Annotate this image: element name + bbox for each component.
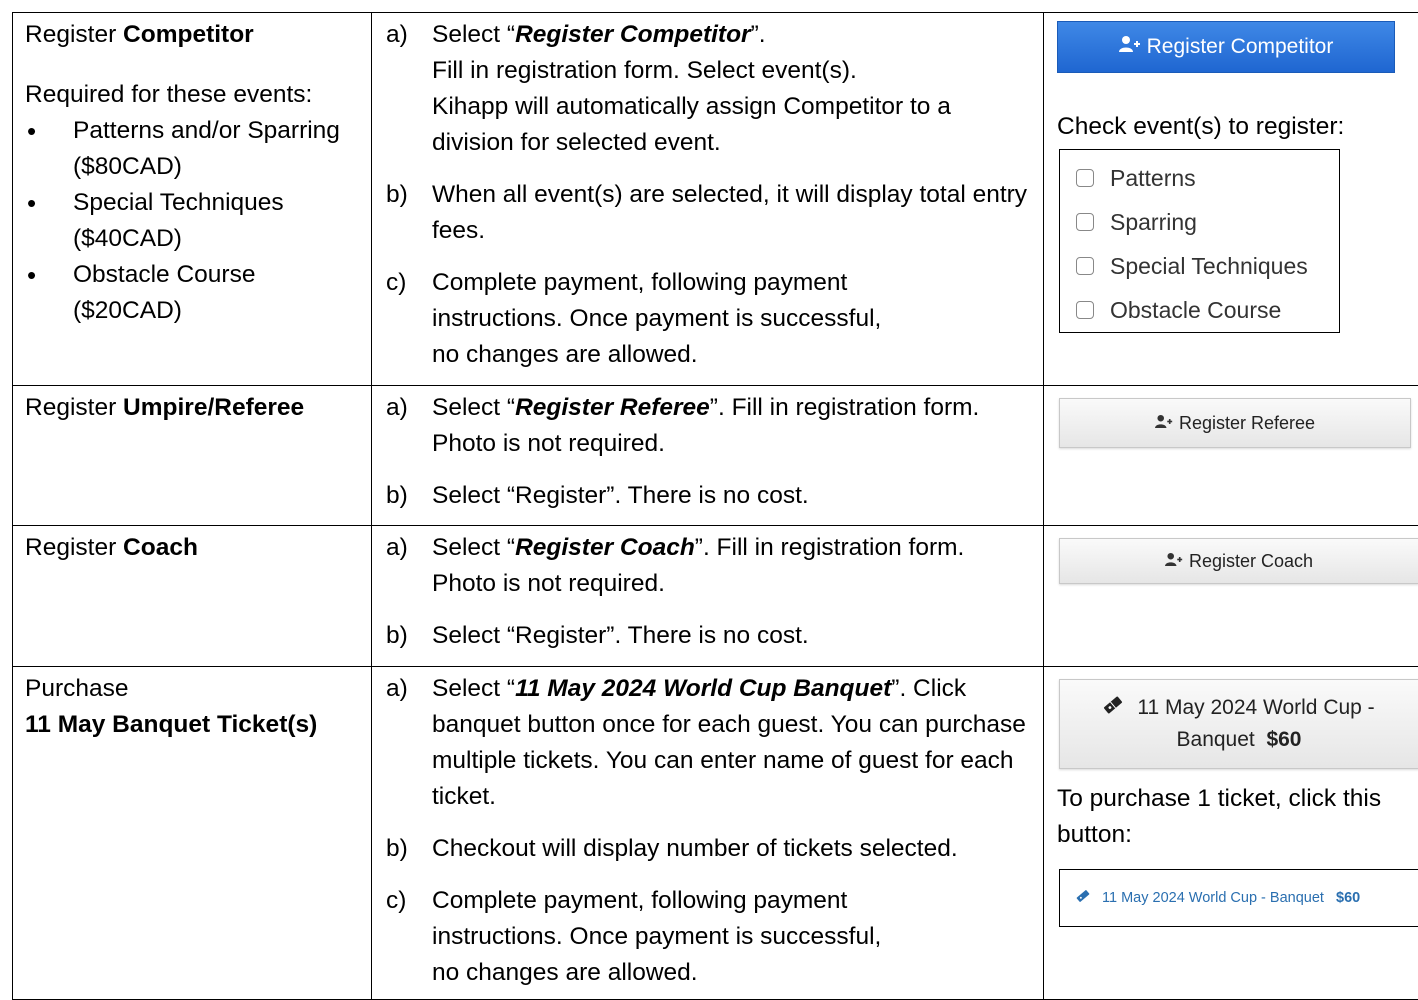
instructions-document: Register Competitor Required for these e… xyxy=(12,12,1418,992)
instructions-table: Register Competitor Required for these e… xyxy=(12,12,1418,1000)
checkbox[interactable] xyxy=(1076,169,1094,187)
step-a: a) Select “Register Referee”. Fill in re… xyxy=(384,390,1031,462)
banquet-title: Purchase11 May Banquet Ticket(s) xyxy=(25,671,359,743)
list-item: Special Techniques ($40CAD) xyxy=(25,185,359,257)
row-coach: Register Coach a) Select “Register Coach… xyxy=(13,526,1418,667)
ticket-icon xyxy=(1076,889,1090,907)
check-events-label: Check event(s) to register: xyxy=(1057,113,1344,141)
list-item: Obstacle Course ($20CAD) xyxy=(25,257,359,329)
required-events-list: Patterns and/or Sparring ($80CAD) Specia… xyxy=(25,113,359,329)
referee-title-cell: Register Umpire/Referee xyxy=(13,386,372,526)
coach-steps-cell: a) Select “Register Coach”. Fill in regi… xyxy=(372,526,1044,667)
competitor-steps-cell: a) Select “Register Competitor”. Fill in… xyxy=(372,13,1044,386)
step-a: a) Select “Register Coach”. Fill in regi… xyxy=(384,530,1031,602)
user-add-icon xyxy=(1165,551,1183,572)
banquet-title-cell: Purchase11 May Banquet Ticket(s) xyxy=(13,667,372,1000)
step-b: b) Checkout will display number of ticke… xyxy=(384,831,1031,867)
required-events-label: Required for these events: xyxy=(25,77,359,113)
row-banquet: Purchase11 May Banquet Ticket(s) a) Sele… xyxy=(13,667,1418,1000)
competitor-title-cell: Register Competitor Required for these e… xyxy=(13,13,372,386)
step-c: c) Complete payment, following payment i… xyxy=(384,883,1031,991)
register-competitor-button[interactable]: Register Competitor xyxy=(1057,21,1395,73)
banquet-button-line2: Banquet $60 xyxy=(1177,724,1302,756)
step-b: b) Select “Register”. There is no cost. xyxy=(384,618,1031,654)
step-b: b) Select “Register”. There is no cost. xyxy=(384,478,1031,514)
step-a: a) Select “11 May 2024 World Cup Banquet… xyxy=(384,671,1031,815)
referee-steps-cell: a) Select “Register Referee”. Fill in re… xyxy=(372,386,1044,526)
coach-ui-cell: Register Coach xyxy=(1044,526,1418,667)
step-c: c) Complete payment, following payment i… xyxy=(384,265,1031,373)
banquet-steps-cell: a) Select “11 May 2024 World Cup Banquet… xyxy=(372,667,1044,1000)
event-checkbox-group: Patterns Sparring Special Techniques Obs… xyxy=(1059,149,1340,333)
event-option-obstacle-course[interactable]: Obstacle Course xyxy=(1076,288,1339,332)
ticket-icon xyxy=(1103,692,1123,724)
event-option-special-techniques[interactable]: Special Techniques xyxy=(1076,244,1339,288)
competitor-ui-cell: Register Competitor Check event(s) to re… xyxy=(1044,13,1418,386)
referee-title: Register Umpire/Referee xyxy=(25,390,359,426)
competitor-steps: a) Select “Register Competitor”. Fill in… xyxy=(384,17,1031,373)
banquet-button-line1: 11 May 2024 World Cup - xyxy=(1103,692,1374,724)
register-referee-button[interactable]: Register Referee xyxy=(1059,398,1411,448)
event-option-patterns[interactable]: Patterns xyxy=(1076,156,1339,200)
register-coach-button[interactable]: Register Coach xyxy=(1059,538,1418,584)
referee-ui-cell: Register Referee xyxy=(1044,386,1418,526)
banquet-small-ticket-button[interactable]: 11 May 2024 World Cup - Banquet $60 xyxy=(1059,869,1418,927)
user-add-icon xyxy=(1155,413,1173,434)
checkbox[interactable] xyxy=(1076,257,1094,275)
checkbox[interactable] xyxy=(1076,301,1094,319)
row-competitor: Register Competitor Required for these e… xyxy=(13,13,1418,386)
coach-title: Register Coach xyxy=(25,530,359,566)
step-a: a) Select “Register Competitor”. Fill in… xyxy=(384,17,1031,161)
row-referee: Register Umpire/Referee a) Select “Regis… xyxy=(13,386,1418,526)
list-item: Patterns and/or Sparring ($80CAD) xyxy=(25,113,359,185)
coach-steps: a) Select “Register Coach”. Fill in regi… xyxy=(384,530,1031,654)
event-option-sparring[interactable]: Sparring xyxy=(1076,200,1339,244)
banquet-ui-cell: 11 May 2024 World Cup - Banquet $60 To p… xyxy=(1044,667,1418,1000)
step-b: b) When all event(s) are selected, it wi… xyxy=(384,177,1031,249)
banquet-steps: a) Select “11 May 2024 World Cup Banquet… xyxy=(384,671,1031,991)
ticket-note-text: To purchase 1 ticket, click this button: xyxy=(1057,781,1402,853)
coach-title-cell: Register Coach xyxy=(13,526,372,667)
checkbox[interactable] xyxy=(1076,213,1094,231)
user-add-icon xyxy=(1119,35,1141,59)
competitor-title: Register Competitor xyxy=(25,17,359,53)
banquet-ticket-button[interactable]: 11 May 2024 World Cup - Banquet $60 xyxy=(1059,679,1418,769)
referee-steps: a) Select “Register Referee”. Fill in re… xyxy=(384,390,1031,514)
